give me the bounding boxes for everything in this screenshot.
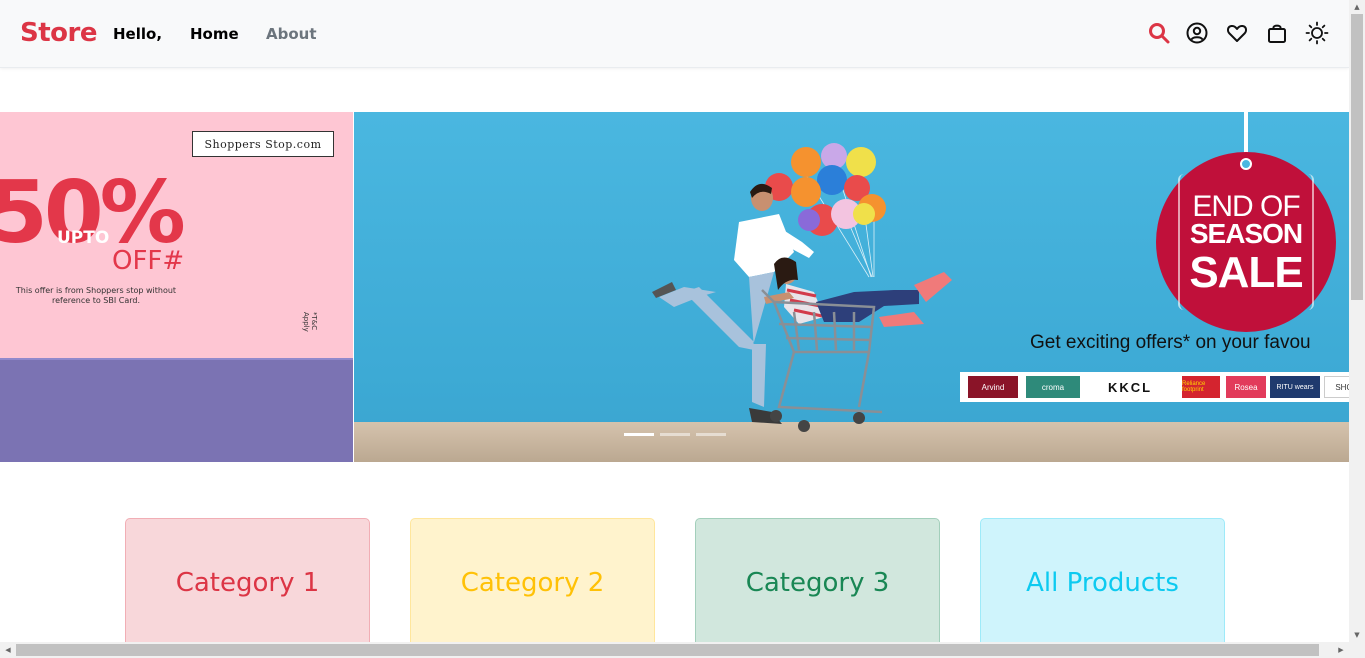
category-card-3[interactable]: Category 3 [695, 518, 940, 658]
sale-tag-line3: SALE [1189, 248, 1303, 297]
offers-text: Get exciting offers* on your favou [1030, 332, 1311, 353]
scroll-right-arrow-icon[interactable]: ▶ [1337, 646, 1345, 654]
vertical-scrollbar-thumb[interactable] [1351, 14, 1363, 300]
scroll-down-arrow-icon[interactable]: ▼ [1353, 631, 1361, 639]
search-icon[interactable] [1146, 20, 1172, 46]
carousel-indicator-3[interactable] [696, 433, 726, 436]
brand-logo-reliance-footprint: Reliance footprint [1182, 376, 1220, 398]
carousel-indicator-2[interactable] [660, 433, 690, 436]
page: Store Hello, Home About Shoppers Stop.co… [0, 0, 1365, 658]
offer-disclaimer-line1: This offer is from Shoppers stop without [15, 286, 177, 295]
offer-disclaimer-line2: reference to SBI Card. [51, 295, 141, 305]
offer-disclaimer: This offer is from Shoppers stop without… [0, 286, 196, 305]
theme-toggle-sun-icon[interactable] [1304, 20, 1330, 46]
category-card-2[interactable]: Category 2 [410, 518, 655, 658]
bag-icon[interactable] [1264, 20, 1290, 46]
brand-logos-strip: Arvind croma KKCL Reliance footprint Ros… [960, 372, 1349, 402]
slide-floor [0, 360, 353, 462]
navbar: Store Hello, Home About [0, 0, 1349, 68]
brand-logo-croma: croma [1026, 376, 1080, 398]
nav-about-link[interactable]: About [266, 25, 317, 43]
scroll-left-arrow-icon[interactable]: ◀ [4, 646, 12, 654]
brand-logo-arvind: Arvind [968, 376, 1018, 398]
scroll-up-arrow-icon[interactable]: ▲ [1353, 3, 1361, 11]
category-card-all-products[interactable]: All Products [980, 518, 1225, 658]
shoppers-stop-logo: Shoppers Stop.com [192, 131, 334, 157]
carousel-indicator-1[interactable] [624, 433, 654, 436]
horizontal-scrollbar-thumb[interactable] [16, 644, 1319, 656]
heart-icon[interactable] [1224, 20, 1250, 46]
carousel-slide-end-of-season[interactable]: END OF SEASON SALE Get exciting offers* … [354, 112, 1349, 462]
brand-logo[interactable]: Store [20, 18, 97, 48]
price-tag-hole [1240, 158, 1252, 170]
brand-logo-kkcl: KKCL [1088, 376, 1172, 398]
nav-home-link[interactable]: Home [190, 25, 239, 43]
brand-logo-ritu-wears: RITU wears [1270, 376, 1320, 398]
category-card-1[interactable]: Category 1 [125, 518, 370, 658]
brand-logo-rosea: Rosea [1226, 376, 1266, 398]
greeting-text: Hello, [113, 25, 163, 43]
user-icon[interactable] [1184, 20, 1210, 46]
carousel-slide-shoppers-stop[interactable]: Shoppers Stop.com 50% UPTO OFF# This off… [0, 112, 353, 462]
vertical-scrollbar[interactable]: ▲ ▼ [1349, 0, 1365, 642]
hero-carousel[interactable]: Shoppers Stop.com 50% UPTO OFF# This off… [0, 112, 1349, 462]
off-label: OFF# [112, 246, 185, 276]
sale-tag-line2: SEASON [1189, 218, 1303, 249]
brand-logo-shoppers-stop: SHO [1324, 376, 1349, 398]
tc-apply-text: *T&C Apply [302, 312, 318, 332]
horizontal-scrollbar[interactable]: ◀ ▶ [0, 642, 1365, 658]
upto-label: UPTO [57, 228, 110, 248]
